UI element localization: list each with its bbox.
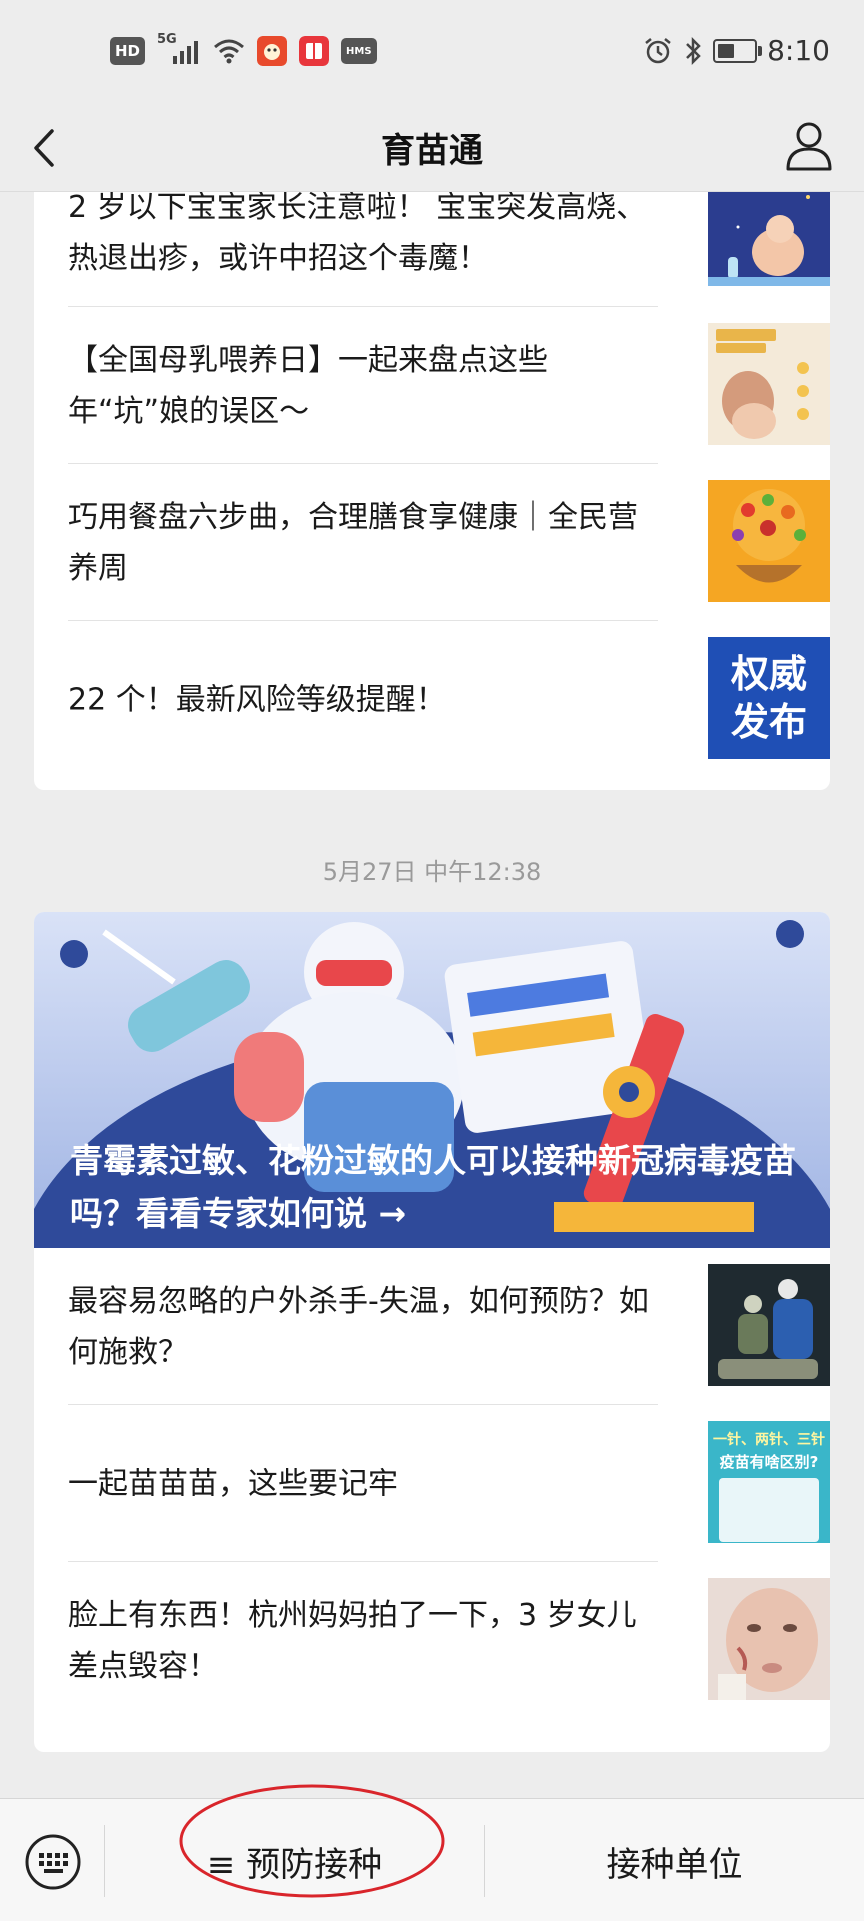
baby-face-thumbnail [708, 1578, 830, 1700]
article-title: 22 个！最新风险等级提醒！ [68, 682, 446, 717]
hd-indicator: HD [110, 37, 146, 65]
menu-vaccination-unit[interactable]: 接种单位 [485, 1837, 864, 1886]
app-notification-icon [257, 36, 288, 66]
user-profile-icon[interactable] [784, 117, 834, 173]
vaccine-difference-thumbnail: 一针、两针、三针 疫苗有啥区别? [708, 1421, 830, 1543]
article-item[interactable]: 巧用餐盘六步曲，合理膳食享健康｜全民营养周 [68, 464, 830, 621]
signal-icon: 5G [157, 32, 201, 66]
article-title: 巧用餐盘六步曲，合理膳食享健康｜全民营养周 [68, 499, 638, 586]
article-title: 脸上有东西！杭州妈妈拍了一下，3 岁女儿差点毁容！ [68, 1597, 637, 1684]
article-title: 一起苗苗苗，这些要记牢 [68, 1466, 398, 1501]
authority-release-thumbnail: 权威 发布 [708, 637, 830, 759]
menu-preventive-vaccination[interactable]: ≡ 预防接种 [105, 1837, 484, 1886]
status-bar: HD 5G HMS 8:10 [0, 0, 864, 105]
article-title: 最容易忽略的户外杀手-失温，如何预防？如何施救？ [68, 1283, 649, 1370]
clock: 8:10 [767, 34, 830, 67]
page-title: 育苗通 [381, 131, 483, 171]
keyboard-icon[interactable] [24, 1833, 82, 1891]
bottom-menu: ≡ 预防接种 接种单位 [0, 1784, 864, 1921]
article-item[interactable]: 22 个！最新风险等级提醒！ 权威 发布 [68, 621, 830, 778]
thumbnail-text: 一针、两针、三针 [713, 1432, 825, 1448]
alarm-icon [645, 37, 671, 63]
article-title: 2 岁以下宝宝家长注意啦！ 宝宝突发高烧、热退出疹，或许中招这个毒魔！ [68, 190, 647, 276]
article-item[interactable]: 脸上有东西！杭州妈妈拍了一下，3 岁女儿差点毁容！ [68, 1562, 830, 1719]
healthy-food-thumbnail [708, 480, 830, 602]
hero-title: 青霉素过敏、花粉过敏的人可以接种新冠病毒疫苗吗？看看专家如何说 → [70, 1141, 796, 1233]
article-title: 【全国母乳喂养日】一起来盘点这些年“坑”娘的误区～ [68, 342, 548, 429]
article-card-top: 2 岁以下宝宝家长注意啦！ 宝宝突发高烧、热退出疹，或许中招这个毒魔！ 【全国母… [34, 150, 830, 790]
mother-baby-thumbnail [708, 323, 830, 445]
thumbnail-text: 发布 [730, 700, 807, 744]
article-item[interactable]: 【全国母乳喂养日】一起来盘点这些年“坑”娘的误区～ [68, 307, 830, 464]
nav-header: 育苗通 [0, 105, 864, 192]
battery-icon [713, 38, 763, 63]
hero-article[interactable]: 青霉素过敏、花粉过敏的人可以接种新冠病毒疫苗吗？看看专家如何说 → [34, 912, 830, 1248]
article-item[interactable]: 一起苗苗苗，这些要记牢 一针、两针、三针 疫苗有啥区别? [68, 1405, 830, 1562]
article-item[interactable]: 最容易忽略的户外杀手-失温，如何预防？如何施救？ [68, 1248, 830, 1405]
article-card-second: 青霉素过敏、花粉过敏的人可以接种新冠病毒疫苗吗？看看专家如何说 → 最容易忽略的… [34, 912, 830, 1752]
wifi-icon [214, 39, 244, 64]
bluetooth-icon [686, 36, 701, 65]
message-timestamp: 5月27日 中午12:38 [322, 858, 542, 886]
thumbnail-text: 疫苗有啥区别? [719, 1453, 819, 1471]
hms-indicator: HMS [341, 38, 377, 64]
reader-app-icon [299, 36, 330, 66]
rescue-team-thumbnail [708, 1264, 830, 1386]
thumbnail-text: 权威 [730, 652, 807, 696]
